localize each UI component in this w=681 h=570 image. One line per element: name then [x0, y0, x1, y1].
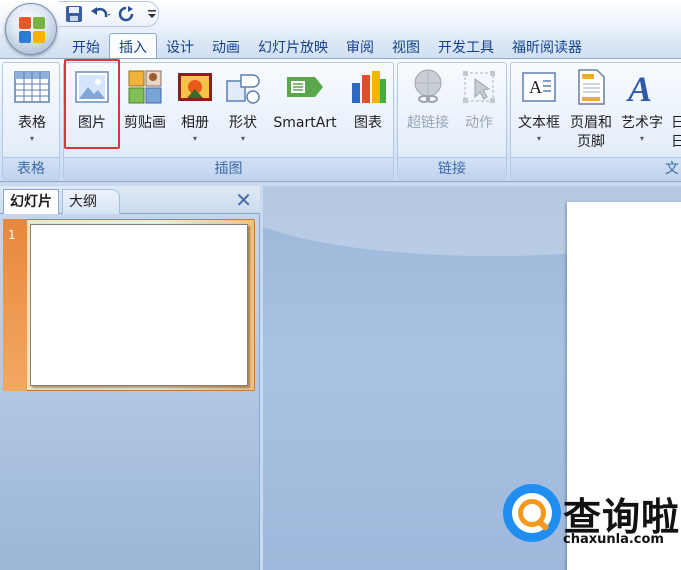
action-label: 动作: [465, 115, 493, 131]
date-time-button[interactable]: 日 日: [667, 67, 681, 151]
clipart-button[interactable]: 剪贴画: [118, 67, 172, 133]
textbox-button[interactable]: A 文本框 ▾: [513, 67, 565, 145]
watermark-url: chaxunla.com: [563, 532, 664, 547]
group-links: 超链接 动作 链接: [397, 62, 507, 180]
chevron-down-icon: ▾: [29, 134, 34, 143]
header-footer-button[interactable]: 页眉和 页脚: [565, 67, 617, 151]
smartart-button[interactable]: SmartArt: [268, 67, 342, 133]
group-illustrations-label: 插图: [64, 157, 393, 179]
header-footer-icon: [571, 67, 611, 107]
svg-text:A: A: [626, 69, 652, 107]
group-text-label: 文: [511, 157, 681, 179]
shapes-button[interactable]: 形状 ▾: [222, 67, 264, 145]
tab-foxit-reader[interactable]: 福昕阅读器: [503, 35, 591, 59]
photo-album-label: 相册: [181, 115, 209, 131]
chart-icon: [348, 67, 388, 107]
watermark: 查询啦 chaxunla.com: [497, 482, 681, 570]
group-tables: 表格 ▾ 表格: [2, 62, 60, 180]
textbox-label: 文本框: [518, 115, 560, 131]
shapes-label: 形状: [229, 115, 257, 131]
group-text: A 文本框 ▾ 页眉和 页脚 A 艺术字 ▾ 日 日 文: [510, 62, 681, 180]
clipart-icon: [125, 67, 165, 107]
group-tables-label: 表格: [3, 157, 59, 179]
quick-access-frame: [59, 1, 159, 27]
ribbon-tabs: 开始 插入 设计 动画 幻灯片放映 审阅 视图 开发工具 福昕阅读器: [63, 33, 591, 59]
hyperlink-button[interactable]: 超链接: [402, 67, 454, 133]
close-icon[interactable]: ✕: [235, 189, 252, 211]
action-button[interactable]: 动作: [456, 67, 502, 133]
chart-button[interactable]: 图表: [346, 67, 390, 133]
tab-insert[interactable]: 插入: [109, 33, 157, 59]
chevron-down-icon: ▾: [240, 134, 245, 143]
tab-animations[interactable]: 动画: [203, 35, 249, 59]
tab-outline[interactable]: 大纲: [62, 189, 120, 214]
tab-view[interactable]: 视图: [383, 35, 429, 59]
svg-text:A: A: [529, 77, 542, 97]
quick-access-toolbar: [59, 1, 163, 27]
office-logo-icon: [19, 17, 45, 43]
group-links-label: 链接: [398, 157, 506, 179]
date-time-icon: [667, 67, 681, 107]
chevron-down-icon: ▾: [639, 134, 644, 143]
wordart-button[interactable]: A 艺术字 ▾: [617, 67, 667, 145]
shapes-icon: [223, 67, 263, 107]
wordart-icon: A: [622, 67, 662, 109]
slide-thumbnail[interactable]: [30, 224, 248, 386]
table-label: 表格: [18, 115, 46, 131]
slide-number: 1: [8, 228, 16, 242]
smartart-label: SmartArt: [273, 115, 337, 131]
clipart-label: 剪贴画: [124, 115, 166, 131]
tab-review[interactable]: 审阅: [337, 35, 383, 59]
chevron-down-icon: ▾: [192, 134, 197, 143]
office-button[interactable]: [5, 3, 57, 55]
photo-album-button[interactable]: 相册 ▾: [172, 67, 218, 145]
hyperlink-label: 超链接: [407, 115, 449, 131]
action-icon: [459, 67, 499, 107]
textbox-icon: A: [519, 67, 559, 107]
tab-slide-show[interactable]: 幻灯片放映: [249, 35, 337, 59]
tab-home[interactable]: 开始: [63, 35, 109, 59]
header-footer-label-line1: 页眉和: [570, 115, 612, 131]
tab-design[interactable]: 设计: [157, 35, 203, 59]
tab-developer[interactable]: 开发工具: [429, 35, 503, 59]
date-time-label-line2: 日: [671, 134, 681, 150]
smartart-icon: [285, 67, 325, 107]
slides-pane-tabs: 大纲 幻灯片 ✕: [0, 186, 260, 214]
date-time-label-line1: 日: [671, 115, 681, 131]
hyperlink-globe-icon: [408, 67, 448, 107]
header-footer-label-line2: 页脚: [577, 134, 605, 150]
watermark-logo-icon: [503, 484, 561, 542]
chart-label: 图表: [354, 115, 382, 131]
chevron-down-icon: ▾: [536, 134, 541, 143]
table-button[interactable]: 表格 ▾: [7, 67, 57, 145]
slide-thumbnail-marker: [3, 219, 27, 391]
slides-pane: 大纲 幻灯片 ✕ 1: [0, 186, 260, 570]
table-icon: [12, 67, 52, 107]
photo-album-icon: [175, 67, 215, 107]
tab-slides[interactable]: 幻灯片: [3, 189, 59, 214]
picture-button-highlight: [64, 59, 120, 149]
wordart-label: 艺术字: [621, 115, 663, 131]
